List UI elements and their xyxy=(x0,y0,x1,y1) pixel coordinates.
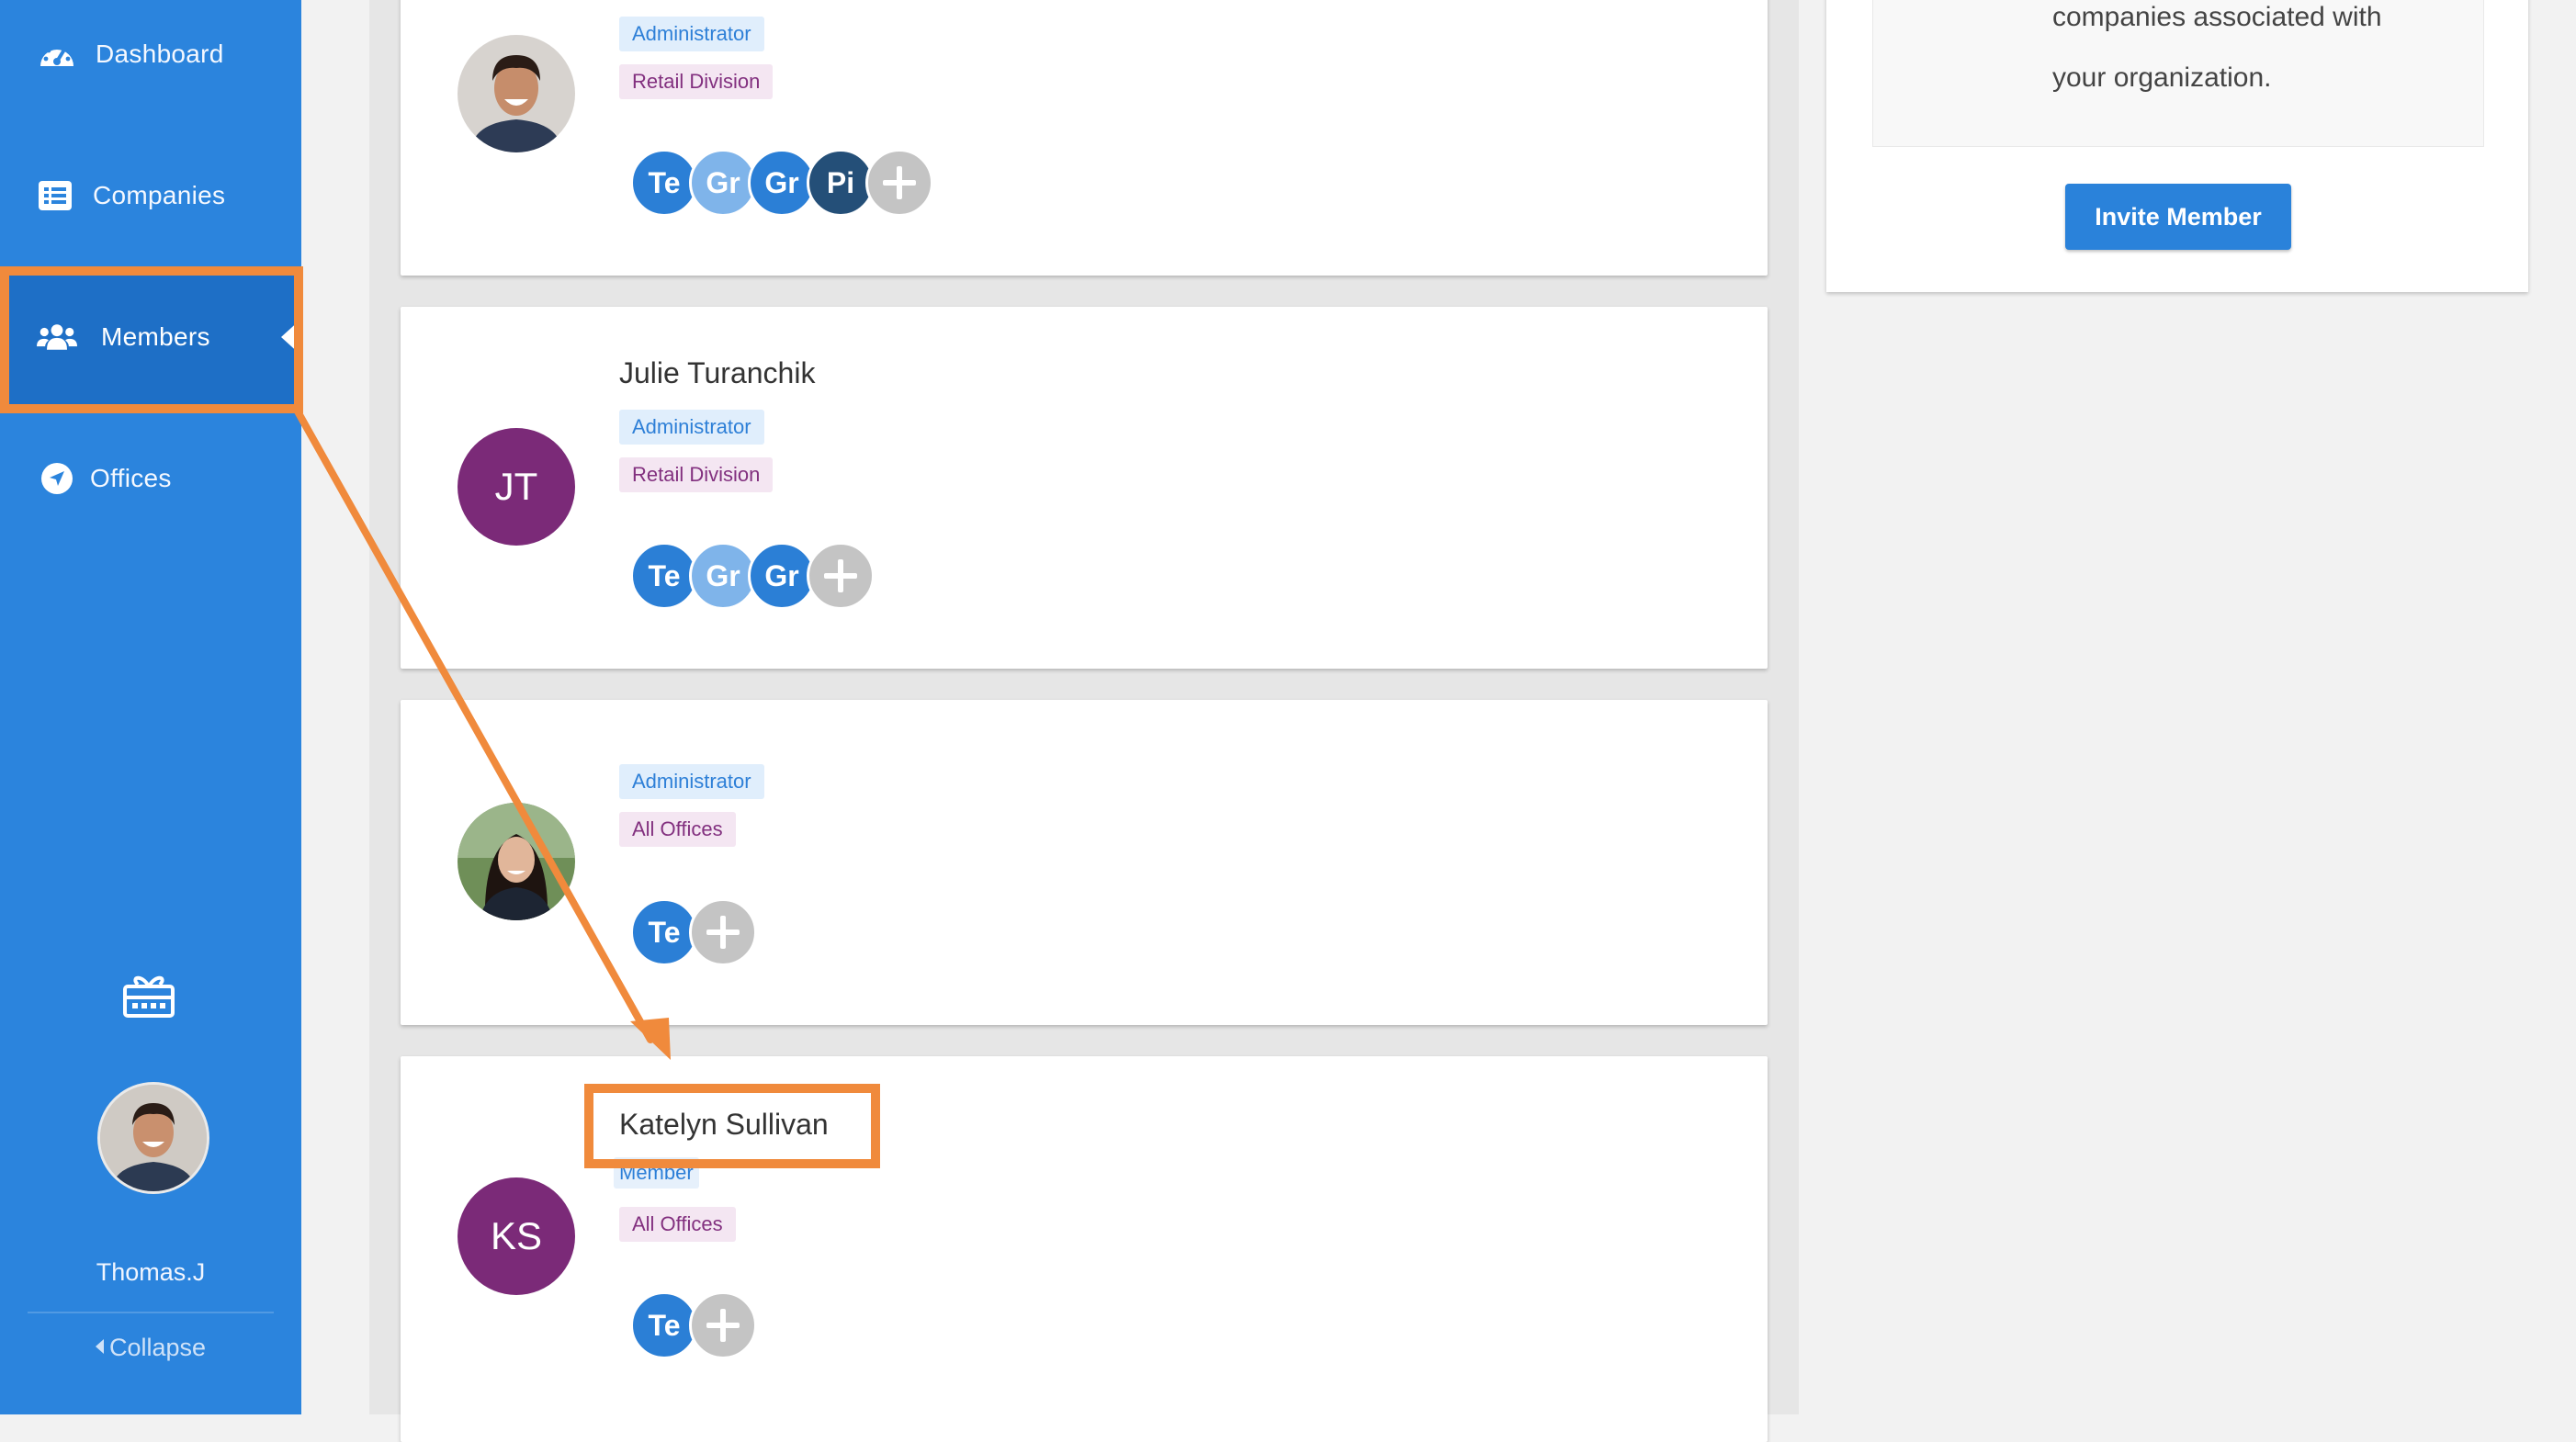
company-chip[interactable]: Gr xyxy=(689,542,757,610)
list-icon xyxy=(35,175,75,216)
highlight-box-members xyxy=(0,266,303,413)
company-chip[interactable]: Gr xyxy=(748,149,816,217)
avatar[interactable] xyxy=(97,1082,209,1194)
division-tag: All Offices xyxy=(619,1207,736,1242)
division-tag: Retail Division xyxy=(619,64,774,99)
role-tag: Administrator xyxy=(619,764,764,799)
company-chip[interactable]: Gr xyxy=(748,542,816,610)
sidebar: Dashboard Companies Members Offices Thom… xyxy=(0,0,301,1414)
avatar xyxy=(458,35,575,152)
info-text: companies associated with your organizat… xyxy=(2052,0,2475,108)
add-company-button[interactable] xyxy=(807,542,875,610)
role-tag: Administrator xyxy=(619,17,764,51)
member-card[interactable]: Administrator Retail Division Te Gr Gr P… xyxy=(401,0,1768,276)
invite-member-button[interactable]: Invite Member xyxy=(2065,184,2291,250)
company-chip[interactable]: Te xyxy=(630,149,698,217)
info-text-line: companies associated with xyxy=(2052,2,2382,32)
sidebar-item-offices[interactable]: Offices xyxy=(0,408,301,549)
location-arrow-icon xyxy=(37,458,77,499)
company-chip[interactable]: Pi xyxy=(807,149,875,217)
avatar xyxy=(458,803,575,920)
member-name: Julie Turanchik xyxy=(619,356,816,389)
highlight-box-member-name xyxy=(584,1084,880,1168)
user-name: Thomas.J xyxy=(96,1258,206,1286)
avatar: JT xyxy=(458,428,575,546)
company-chip[interactable]: Te xyxy=(630,898,698,966)
divider xyxy=(28,1312,274,1313)
sidebar-item-companies[interactable]: Companies xyxy=(0,125,301,266)
info-text-line: your organization. xyxy=(2052,62,2272,93)
company-chip[interactable]: Gr xyxy=(689,149,757,217)
collapse-button[interactable]: Collapse xyxy=(0,1334,301,1362)
sidebar-item-label: Companies xyxy=(93,181,226,209)
division-tag: All Offices xyxy=(619,812,736,847)
member-card[interactable]: Administrator All Offices Te xyxy=(401,700,1768,1025)
member-card[interactable]: JT Julie Turanchik Administrator Retail … xyxy=(401,307,1768,669)
collapse-label: Collapse xyxy=(108,1334,207,1361)
company-chip[interactable]: Te xyxy=(630,1291,698,1359)
sidebar-item-label: Offices xyxy=(90,464,172,492)
add-company-button[interactable] xyxy=(865,149,933,217)
sidebar-item-dashboard[interactable]: Dashboard xyxy=(0,0,301,125)
add-company-button[interactable] xyxy=(689,898,757,966)
dashboard-gauge-icon xyxy=(37,34,77,74)
caret-left-icon xyxy=(95,1339,104,1354)
sidebar-item-label: Dashboard xyxy=(96,39,224,68)
company-chip[interactable]: Te xyxy=(630,542,698,610)
role-tag: Administrator xyxy=(619,410,764,445)
avatar: KS xyxy=(458,1177,575,1295)
division-tag: Retail Division xyxy=(619,457,774,492)
add-company-button[interactable] xyxy=(689,1291,757,1359)
gift-icon[interactable] xyxy=(121,970,176,1020)
